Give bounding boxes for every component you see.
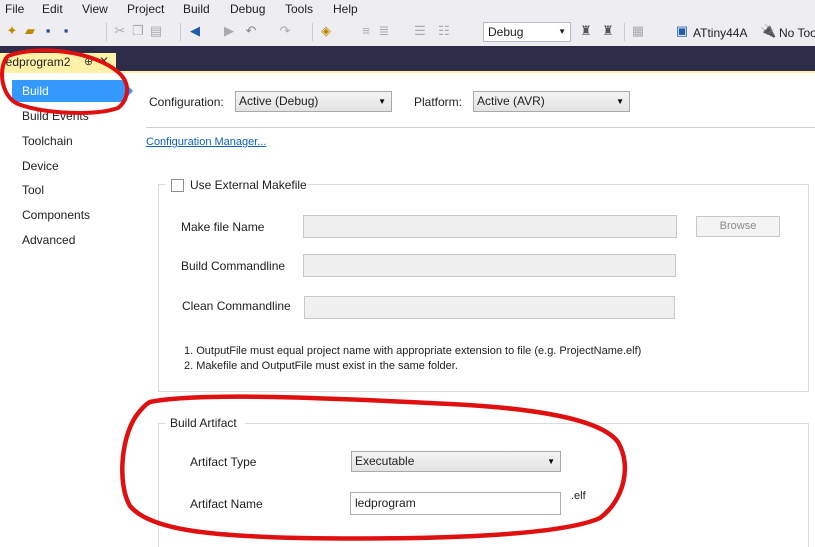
undo-icon[interactable]: ↶ — [243, 23, 259, 39]
chevron-down-icon: ▼ — [547, 457, 555, 466]
nav-item-device[interactable]: Device — [22, 159, 59, 173]
comment-icon[interactable]: ☰ — [412, 23, 428, 39]
document-tab-strip — [0, 46, 815, 71]
menu-project[interactable]: Project — [127, 2, 164, 16]
toolbar: ✦ ▰ ▪ ▪ ✂ ❐ ▤ ◀ ▶ ↶ ↷ ◈ ≡ ≣ ☰ ☷ Debug ▼ … — [0, 18, 815, 47]
menu-view[interactable]: View — [82, 2, 108, 16]
copy-icon[interactable]: ❐ — [130, 23, 146, 39]
artifact-type-select[interactable]: Executable ▼ — [351, 451, 561, 472]
makefile-note-2: 2. Makefile and OutputFile must exist in… — [184, 360, 458, 372]
make-file-name-field[interactable] — [303, 215, 677, 238]
nav-item-tool[interactable]: Tool — [22, 183, 44, 197]
open-icon[interactable]: ▰ — [22, 23, 38, 39]
divider — [146, 127, 815, 128]
build-commandline-label: Build Commandline — [181, 259, 286, 273]
close-icon[interactable]: ✕ — [99, 54, 109, 68]
chevron-down-icon: ▼ — [558, 27, 566, 36]
selected-arrow — [122, 80, 133, 102]
nav-item-advanced[interactable]: Advanced — [22, 233, 75, 247]
new-project-icon[interactable]: ✦ — [4, 23, 20, 39]
makefile-note-1: 1. OutputFile must equal project name wi… — [184, 345, 642, 357]
artifact-type-value: Executable — [355, 454, 415, 468]
document-tab[interactable]: ledprogram2 ⊕ ✕ — [0, 53, 116, 71]
configuration-manager-link[interactable]: Configuration Manager... — [146, 136, 266, 148]
toolbar-separator — [624, 23, 625, 41]
device-chip-icon[interactable]: ▣ — [674, 23, 690, 39]
tool-selector[interactable]: No Too — [779, 26, 815, 40]
menu-edit[interactable]: Edit — [42, 2, 63, 16]
use-external-makefile-checkbox[interactable] — [171, 179, 184, 192]
configuration-label: Configuration: — [149, 95, 224, 109]
configuration-select[interactable]: Active (Debug) ▼ — [235, 91, 392, 112]
platform-select[interactable]: Active (AVR) ▼ — [473, 91, 630, 112]
chevron-down-icon: ▼ — [616, 97, 624, 106]
save-all-icon[interactable]: ▪ — [58, 23, 74, 39]
browse-button[interactable]: Browse — [696, 216, 780, 237]
configuration-value: Active (Debug) — [239, 94, 319, 108]
pin-icon[interactable]: ⊕ — [84, 55, 93, 68]
artifact-name-label: Artifact Name — [190, 497, 263, 511]
build-icon[interactable]: ♜ — [578, 23, 594, 39]
toolbar-separator — [180, 23, 181, 41]
platform-value: Active (AVR) — [477, 94, 545, 108]
use-external-makefile-label[interactable]: Use External Makefile — [190, 178, 307, 192]
menu-tools[interactable]: Tools — [285, 2, 313, 16]
redo-icon[interactable]: ↷ — [277, 23, 293, 39]
menu-build[interactable]: Build — [183, 2, 210, 16]
menu-help[interactable]: Help — [333, 2, 358, 16]
menu-debug[interactable]: Debug — [230, 2, 265, 16]
solution-configuration-combo[interactable]: Debug ▼ — [483, 22, 571, 42]
uncomment-icon[interactable]: ☷ — [436, 23, 452, 39]
chevron-down-icon: ▼ — [378, 97, 386, 106]
cut-icon[interactable]: ✂ — [112, 23, 128, 39]
navigate-back-icon[interactable]: ◀ — [187, 23, 203, 39]
menu-file[interactable]: File — [5, 2, 24, 16]
nav-item-build-label[interactable]: Build — [22, 84, 49, 98]
debug-window-icon[interactable]: ▦ — [630, 23, 646, 39]
clean-commandline-label: Clean Commandline — [182, 299, 291, 313]
build-artifact-group — [158, 423, 809, 547]
build-artifact-heading: Build Artifact — [170, 416, 237, 430]
clean-commandline-field[interactable] — [304, 296, 675, 319]
device-selector[interactable]: ATtiny44A — [693, 26, 747, 40]
nav-item-build-events[interactable]: Build Events — [22, 109, 89, 123]
toolbar-separator — [106, 23, 107, 41]
save-icon[interactable]: ▪ — [40, 23, 56, 39]
build-commandline-field[interactable] — [303, 254, 676, 277]
navigate-forward-icon[interactable]: ▶ — [221, 23, 237, 39]
nav-item-toolchain[interactable]: Toolchain — [22, 134, 73, 148]
rebuild-icon[interactable]: ♜ — [600, 23, 616, 39]
artifact-extension: .elf — [571, 490, 586, 502]
make-file-name-label: Make file Name — [181, 220, 265, 234]
paste-icon[interactable]: ▤ — [148, 23, 164, 39]
platform-label: Platform: — [414, 95, 463, 109]
find-icon[interactable]: ◈ — [318, 23, 334, 39]
menu-bar: File Edit View Project Build Debug Tools… — [0, 0, 815, 18]
nav-item-components[interactable]: Components — [22, 208, 90, 222]
artifact-name-input[interactable]: ledprogram — [350, 492, 561, 515]
outdent-icon[interactable]: ≣ — [376, 23, 392, 39]
document-tab-title: ledprogram2 — [3, 55, 71, 69]
toolbar-separator — [312, 23, 313, 41]
tool-probe-icon[interactable]: 🔌 — [760, 23, 776, 39]
solution-configuration-value: Debug — [488, 25, 524, 39]
indent-icon[interactable]: ≡ — [358, 23, 374, 39]
artifact-type-label: Artifact Type — [190, 455, 257, 469]
